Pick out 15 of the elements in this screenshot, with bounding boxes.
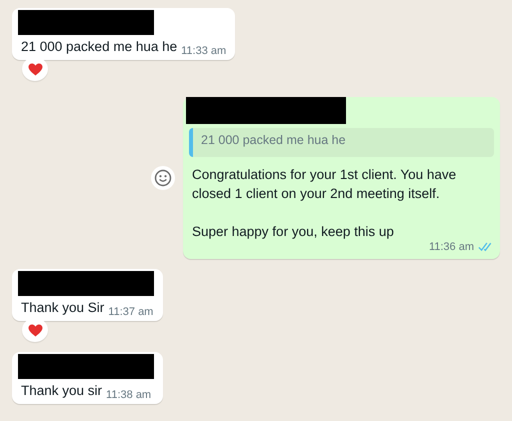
emoji-button[interactable] <box>151 166 175 190</box>
message-text: Congratulations for your 1st client. You have closed 1 client on your 2nd meeting itself. Super happy for you, keep this up <box>192 166 458 241</box>
message-text: 21 000 packed me hua he <box>21 39 178 54</box>
message-time: 11:36 am <box>428 241 474 253</box>
heart-icon <box>28 324 42 336</box>
heart-icon <box>28 62 42 76</box>
reaction-badge[interactable] <box>22 57 48 81</box>
message-time: 11:37 am <box>108 306 154 318</box>
smiley-icon <box>154 169 172 187</box>
message-text: Thank you sir <box>21 383 102 398</box>
quoted-message[interactable]: 21 000 packed me hua he <box>189 128 494 157</box>
message-time: 11:33 am <box>181 45 226 57</box>
reaction-badge[interactable] <box>22 318 48 342</box>
message-text: Thank you Sir <box>21 300 104 315</box>
message-time: 11:38 am <box>106 389 152 401</box>
